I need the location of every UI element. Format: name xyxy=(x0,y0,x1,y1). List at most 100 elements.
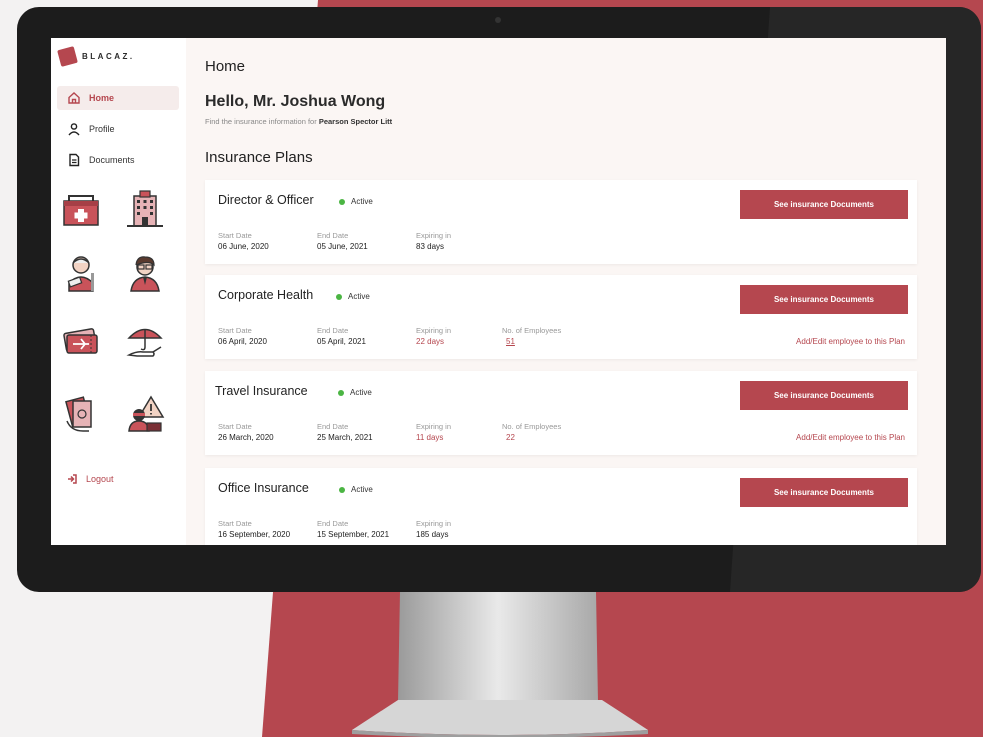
expiring-field: Expiring in 185 days xyxy=(416,519,451,539)
end-date-value: 15 September, 2021 xyxy=(317,530,390,539)
end-date-field: End Date 25 March, 2021 xyxy=(317,422,373,442)
monitor-base xyxy=(352,700,648,737)
end-date-value: 25 March, 2021 xyxy=(317,433,373,442)
plane-ticket-icon[interactable] xyxy=(61,321,101,361)
end-date-value: 05 June, 2021 xyxy=(317,242,368,251)
start-date-label: Start Date xyxy=(218,422,252,431)
sidebar-item-home[interactable]: Home xyxy=(57,86,179,110)
add-edit-employee-link[interactable]: Add/Edit employee to this Plan xyxy=(796,337,905,346)
home-icon xyxy=(68,92,80,104)
webcam-icon xyxy=(495,17,501,23)
user-icon xyxy=(68,123,80,136)
expiring-field: Expiring in 11 days xyxy=(416,422,451,442)
plan-name: Director & Officer xyxy=(218,193,314,207)
plan-card: Director & Officer Active See insurance … xyxy=(205,180,917,264)
section-title: Insurance Plans xyxy=(205,149,313,166)
subtitle-text: Find the insurance information for xyxy=(205,117,319,126)
start-date-label: Start Date xyxy=(218,231,252,240)
company-name: Pearson Spector Litt xyxy=(318,117,393,126)
status-dot xyxy=(338,389,344,396)
start-date-label: Start Date xyxy=(218,326,252,335)
status-dot xyxy=(336,293,342,300)
logo[interactable]: BLACAZ. xyxy=(57,46,135,67)
start-date-field: Start Date 06 April, 2020 xyxy=(218,326,267,346)
plan-name: Travel Insurance xyxy=(215,384,308,398)
app-screen: BLACAZ. Home Profile Documents Logout Ho… xyxy=(51,38,946,545)
monitor-stand xyxy=(398,592,598,707)
expiring-label: Expiring in xyxy=(416,326,452,335)
see-documents-button[interactable]: See insurance Documents xyxy=(740,478,908,507)
greeting-subtitle: Find the insurance information for Pears… xyxy=(205,117,392,126)
logo-text: BLACAZ. xyxy=(82,52,135,61)
expiring-label: Expiring in xyxy=(416,519,452,528)
businessman-icon[interactable] xyxy=(125,253,165,293)
end-date-field: End Date 15 September, 2021 xyxy=(317,519,389,539)
status-badge: Active xyxy=(338,388,372,397)
expiring-label: Expiring in xyxy=(416,231,452,240)
start-date-value: 06 June, 2020 xyxy=(218,242,269,251)
document-icon xyxy=(69,153,80,167)
see-documents-button[interactable]: See insurance Documents xyxy=(740,381,908,410)
greeting-heading: Hello, Mr. Joshua Wong xyxy=(205,93,386,110)
first-aid-kit-icon[interactable] xyxy=(61,190,101,230)
add-edit-employee-link[interactable]: Add/Edit employee to this Plan xyxy=(796,433,905,442)
end-date-field: End Date 05 June, 2021 xyxy=(317,231,368,251)
start-date-label: Start Date xyxy=(218,519,252,528)
employees-label: No. of Employees xyxy=(502,326,562,335)
end-date-label: End Date xyxy=(317,519,349,528)
see-documents-button[interactable]: See insurance Documents xyxy=(740,285,908,314)
status-badge: Active xyxy=(339,485,373,494)
expiring-field: Expiring in 22 days xyxy=(416,326,451,346)
expiring-field: Expiring in 83 days xyxy=(416,231,451,251)
expiring-value: 11 days xyxy=(416,433,444,442)
end-date-label: End Date xyxy=(317,231,349,240)
expiring-label: Expiring in xyxy=(416,422,452,431)
end-date-label: End Date xyxy=(317,422,349,431)
expiring-value: 22 days xyxy=(416,337,445,346)
status-label: Active xyxy=(348,292,370,301)
office-building-icon[interactable] xyxy=(125,188,165,228)
expiring-value: 83 days xyxy=(416,242,445,251)
injured-person-icon[interactable] xyxy=(61,253,101,293)
page-title: Home xyxy=(205,58,246,75)
plan-name: Office Insurance xyxy=(218,481,309,495)
employees-label: No. of Employees xyxy=(502,422,562,431)
sidebar-item-profile[interactable]: Profile xyxy=(57,117,179,141)
employees-count[interactable]: 22 xyxy=(502,433,561,442)
status-dot xyxy=(339,198,345,205)
sidebar-item-documents[interactable]: Documents xyxy=(57,148,179,172)
start-date-field: Start Date 06 June, 2020 xyxy=(218,231,269,251)
plan-name: Corporate Health xyxy=(218,288,314,302)
end-date-label: End Date xyxy=(317,326,349,335)
plan-card: Corporate Health Active See insurance Do… xyxy=(205,275,917,359)
umbrella-hand-icon[interactable] xyxy=(125,321,165,361)
expiring-value: 185 days xyxy=(416,530,449,539)
start-date-value: 06 April, 2020 xyxy=(218,337,267,346)
sidebar: BLACAZ. Home Profile Documents Logout xyxy=(51,38,186,545)
logout-icon xyxy=(68,474,77,484)
plan-card: Travel Insurance Active See insurance Do… xyxy=(205,371,917,455)
logout-button[interactable]: Logout xyxy=(67,474,114,484)
status-label: Active xyxy=(351,485,373,494)
end-date-value: 05 April, 2021 xyxy=(317,337,366,346)
plan-card: Office Insurance Active See insurance Do… xyxy=(205,468,917,545)
logo-mark xyxy=(57,46,78,67)
see-documents-button[interactable]: See insurance Documents xyxy=(740,190,908,219)
logout-label: Logout xyxy=(86,474,114,484)
thief-warning-icon[interactable] xyxy=(125,393,165,433)
sidebar-item-label: Home xyxy=(89,93,115,103)
employees-field: No. of Employees 22 xyxy=(502,422,561,442)
status-badge: Active xyxy=(339,197,373,206)
start-date-value: 16 September, 2020 xyxy=(218,530,291,539)
start-date-value: 26 March, 2020 xyxy=(218,433,274,442)
status-dot xyxy=(339,486,345,493)
employees-count-link[interactable]: 51 xyxy=(502,337,561,346)
sidebar-item-label: Profile xyxy=(89,124,115,134)
employees-field: No. of Employees 51 xyxy=(502,326,561,346)
status-label: Active xyxy=(350,388,372,397)
money-hand-icon[interactable] xyxy=(61,393,101,433)
start-date-field: Start Date 16 September, 2020 xyxy=(218,519,290,539)
status-label: Active xyxy=(351,197,373,206)
end-date-field: End Date 05 April, 2021 xyxy=(317,326,366,346)
start-date-field: Start Date 26 March, 2020 xyxy=(218,422,274,442)
